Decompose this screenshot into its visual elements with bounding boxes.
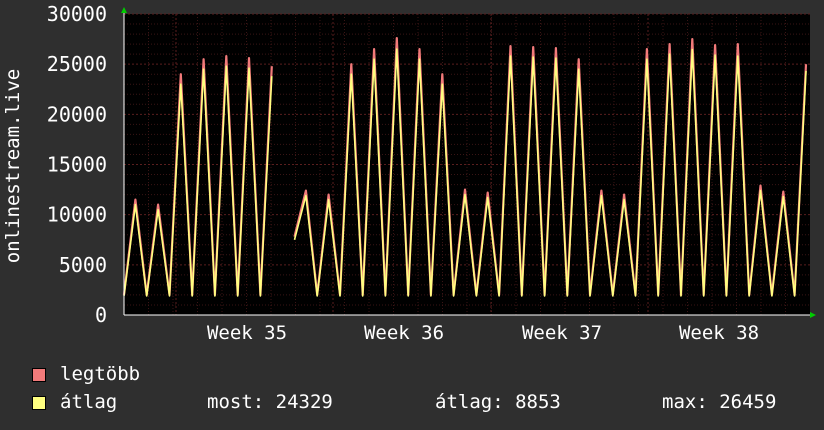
legend-label-max: legtöbb: [60, 363, 141, 385]
x-tick-label: Week 35: [207, 322, 287, 344]
stat-current: most: 24329: [207, 391, 333, 413]
chart-container: 0 5000 10000 15000 20000 25000 30000 Week 35 Wee…: [0, 0, 824, 430]
y-tick-label: 0: [95, 303, 107, 327]
legend-row-avg: átlag most: 24329 átlag: 8853 max: 26459: [32, 391, 822, 413]
legend-swatch-max: [32, 368, 46, 382]
y-tick-label: 20000: [47, 102, 107, 126]
legend-swatch-avg: [32, 396, 46, 410]
y-tick-label: 5000: [59, 253, 107, 277]
y-tick-label: 10000: [47, 203, 107, 227]
x-tick-label: Week 37: [522, 322, 602, 344]
x-tick-label: Week 36: [364, 322, 444, 344]
legend-label-avg: átlag: [60, 391, 118, 413]
y-tick-label: 15000: [47, 153, 107, 177]
stat-average: átlag: 8853: [435, 391, 561, 413]
y-tick-label: 30000: [47, 2, 107, 26]
y-axis-label: onlinestream.live: [2, 69, 24, 263]
stat-maximum: max: 26459: [662, 391, 777, 413]
y-axis-arrow: [121, 7, 127, 13]
x-tick-label: Week 38: [679, 322, 759, 344]
traffic-chart: 0 5000 10000 15000 20000 25000 30000 Week 35 Wee…: [2, 2, 816, 344]
y-tick-label: 25000: [47, 52, 107, 76]
x-axis-arrow: [810, 312, 816, 318]
